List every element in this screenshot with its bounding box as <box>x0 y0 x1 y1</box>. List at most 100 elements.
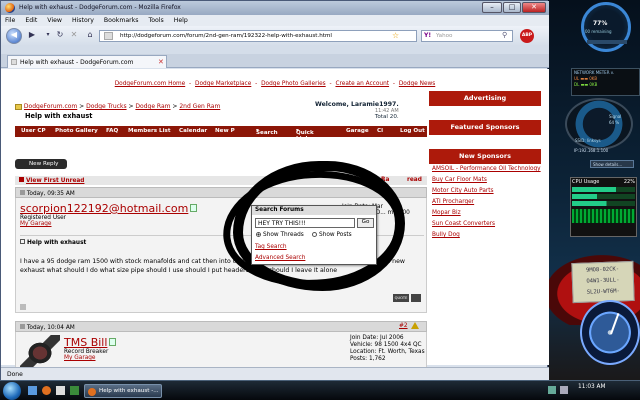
menu-tools[interactable]: Tools <box>148 17 163 24</box>
tab-close-icon[interactable]: ✕ <box>158 58 164 66</box>
multiquote-button[interactable] <box>411 294 421 302</box>
post-header: Today, 09:35 AM <box>15 187 427 198</box>
taskbar-firefox-task[interactable]: Help with exhaust -... <box>84 384 162 398</box>
bookmark-star-icon[interactable]: ☆ <box>392 31 399 40</box>
nav-quick-links[interactable]: Quick Links ▾ <box>296 128 314 142</box>
quicklaunch-icon[interactable] <box>56 386 65 395</box>
menu-file[interactable]: File <box>5 17 15 24</box>
status-text: Done <box>7 371 23 378</box>
close-button[interactable]: ✕ <box>522 2 546 13</box>
back-icon[interactable]: ◀ <box>6 28 22 44</box>
username-link[interactable]: TMS Bill <box>64 336 107 349</box>
radio-show-threads[interactable]: Show Threads <box>256 232 304 238</box>
taskbar-clock[interactable]: 11:03 AM <box>578 384 606 390</box>
stop-icon[interactable]: ✕ <box>67 29 81 43</box>
go-button[interactable]: Go <box>357 218 374 228</box>
report-icon[interactable] <box>20 304 26 310</box>
tray-network-icon[interactable] <box>548 386 556 394</box>
thread-mode-link[interactable]: read <box>407 177 422 183</box>
nav-calendar[interactable]: Calendar <box>179 128 207 134</box>
thread-title: Help with exhaust <box>25 112 93 120</box>
sponsor-link[interactable]: Mopar Biz <box>432 210 541 216</box>
firefox-quicklaunch-icon[interactable] <box>42 386 51 395</box>
breadcrumb-home[interactable]: DodgeForum.com <box>24 103 77 110</box>
tab-favicon-icon <box>11 59 17 65</box>
advanced-search-link[interactable]: Advanced Search <box>255 255 305 261</box>
new-reply-button[interactable]: New Reply <box>15 159 67 169</box>
post-icon <box>20 190 25 195</box>
nav-members-list[interactable]: Members List <box>128 128 171 134</box>
forward-icon[interactable]: ▶ <box>25 29 39 43</box>
menu-bookmarks[interactable]: Bookmarks <box>104 17 139 24</box>
adblock-icon[interactable]: ABP <box>520 29 534 43</box>
thread-tools-bar: View First Unread Ra read <box>15 176 427 185</box>
task-label: Help with exhaust -... <box>99 388 159 394</box>
tag-search-link[interactable]: Tag Search <box>255 244 287 250</box>
minimize-button[interactable]: – <box>482 2 502 13</box>
nav-log-out[interactable]: Log Out <box>400 128 425 134</box>
radio-show-posts[interactable]: Show Posts <box>312 232 352 238</box>
radio-selected-icon <box>256 232 261 237</box>
menu-edit[interactable]: Edit <box>25 17 37 24</box>
tab-active[interactable]: Help with exhaust - DodgeForum.com ✕ <box>7 55 167 68</box>
nav-photo-gallery[interactable]: Photo Gallery <box>55 128 98 134</box>
nav-search[interactable]: Search ▾ <box>256 128 278 136</box>
home-icon[interactable]: ⌂ <box>83 29 97 43</box>
show-posts-label: Show Posts <box>319 232 352 238</box>
username-link[interactable]: scorpion122192@hotmail.com <box>20 202 188 215</box>
rate-thread-link[interactable]: Ra <box>381 177 389 183</box>
my-garage-link[interactable]: My Garage <box>20 221 197 227</box>
menu-view[interactable]: View <box>47 17 62 24</box>
nav-garage[interactable]: Garage <box>346 128 369 134</box>
vehicle: Vehicle: 98 1500 4x4 QC <box>350 342 422 348</box>
nav-new-posts[interactable]: New P <box>215 128 235 134</box>
link-photo-galleries[interactable]: Dodge Photo Galleries <box>261 81 326 87</box>
breadcrumb: DodgeForum.com > Dodge Trucks > Dodge Ra… <box>15 103 220 120</box>
sticky-note-gadget[interactable]: 9MO8-02CK- O4W1-3ULL- SL2U-WT6M- <box>571 260 635 304</box>
clock-hand <box>610 312 620 335</box>
wifi-gauge-gadget: Signal 64 % SSID: linksys <box>565 98 633 150</box>
maximize-button[interactable]: □ <box>503 2 521 13</box>
start-button[interactable] <box>3 382 21 400</box>
search-icon[interactable]: ⚲ <box>502 31 507 39</box>
search-forums-input[interactable]: HEY TRY THIS!!! <box>255 218 355 228</box>
sponsor-link[interactable]: ATI Procharger <box>432 199 541 205</box>
link-home[interactable]: DodgeForum.com Home <box>115 81 186 87</box>
reload-icon[interactable]: ↻ <box>53 29 67 43</box>
show-details-button[interactable]: Show details... <box>590 160 634 168</box>
nav-user-cp[interactable]: User CP <box>21 128 46 134</box>
tray-volume-icon[interactable] <box>560 386 568 394</box>
post-date: Today, 10:04 AM <box>26 325 75 331</box>
search-input[interactable]: Y! Yahoo ⚲ <box>421 30 513 42</box>
sponsor-link[interactable]: AMSOIL - Performance Oil Technology <box>432 166 541 172</box>
post-author: TMS Bill Record Breaker My Garage <box>64 336 117 361</box>
sponsor-link[interactable]: Sun Coast Converters <box>432 221 541 227</box>
swap-bar <box>572 201 635 206</box>
sponsor-link[interactable]: Bully Dog <box>432 232 541 238</box>
breadcrumb-trucks[interactable]: Dodge Trucks <box>86 103 126 110</box>
my-garage-link[interactable]: My Garage <box>64 355 116 361</box>
join-date: Join Date: Jul 2006 <box>350 335 404 341</box>
nav-faq[interactable]: FAQ <box>106 128 118 134</box>
link-marketplace[interactable]: Dodge Marketplace <box>195 81 251 87</box>
view-first-unread-link[interactable]: View First Unread <box>26 178 84 184</box>
link-create-account[interactable]: Create an Account <box>335 81 389 87</box>
bullet-icon <box>19 177 24 182</box>
quote-button[interactable]: QUOTE <box>393 294 409 302</box>
ssid-label: SSID: linksys <box>575 138 601 143</box>
sponsor-link[interactable]: Motor City Auto Parts <box>432 188 541 194</box>
post-number[interactable]: #2 <box>399 323 408 329</box>
quicklaunch-icon[interactable] <box>70 386 79 395</box>
nav-classifieds[interactable]: Cl <box>377 128 383 134</box>
menu-help[interactable]: Help <box>174 17 188 24</box>
show-desktop-icon[interactable] <box>28 386 37 395</box>
menu-history[interactable]: History <box>72 17 94 24</box>
breadcrumb-2nd-gen[interactable]: 2nd Gen Ram <box>179 103 220 110</box>
breadcrumb-ram[interactable]: Dodge Ram <box>135 103 170 110</box>
link-news[interactable]: Dodge News <box>399 81 435 87</box>
warning-icon[interactable] <box>411 322 419 329</box>
firefox-icon <box>5 3 15 13</box>
sponsor-link[interactable]: Buy Car Floor Mats <box>432 177 541 183</box>
cpu-usage-gadget: CPU Usage 22% <box>570 177 637 237</box>
url-bar[interactable]: http://dodgeforum.com/forum/2nd-gen-ram/… <box>99 30 417 42</box>
